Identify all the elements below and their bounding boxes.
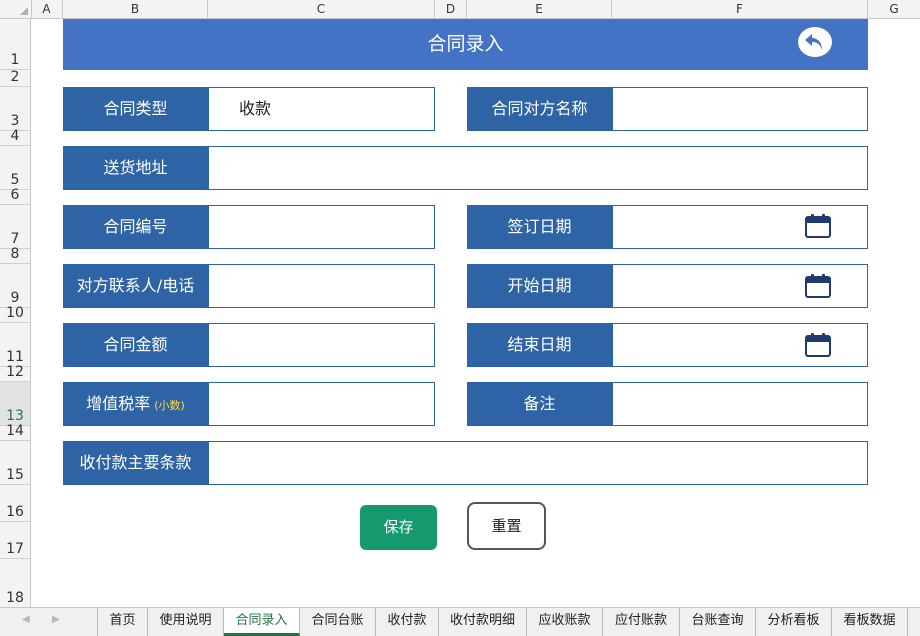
save-button[interactable]: 保存 bbox=[360, 505, 437, 550]
vat-rate-label-text: 增值税率 bbox=[86, 394, 151, 413]
tab-payables[interactable]: 应付账款 bbox=[603, 608, 680, 636]
row-12-header[interactable]: 12 bbox=[0, 364, 30, 382]
form-title: 合同录入 bbox=[427, 33, 504, 55]
row-18-header[interactable]: 18 bbox=[0, 559, 30, 607]
tab-board-data[interactable]: 看板数据 bbox=[832, 608, 908, 636]
contract-type-label: 合同类型 bbox=[63, 87, 208, 131]
vat-rate-label: 增值税率 (小数) bbox=[63, 382, 208, 426]
tab-receivables[interactable]: 应收账款 bbox=[527, 608, 603, 636]
back-arrow-icon bbox=[805, 34, 822, 50]
row-2-header[interactable]: 2 bbox=[0, 69, 30, 87]
vat-rate-note: (小数) bbox=[154, 399, 185, 412]
end-date-calendar-icon[interactable] bbox=[805, 333, 831, 357]
row-7-header[interactable]: 7 bbox=[0, 205, 30, 249]
row-15-header[interactable]: 15 bbox=[0, 441, 30, 485]
row-1-header[interactable]: 1 bbox=[0, 19, 30, 70]
reset-button[interactable]: 重置 bbox=[467, 502, 546, 550]
row-13-header[interactable]: 13 bbox=[0, 382, 30, 426]
end-date-label: 结束日期 bbox=[467, 323, 612, 367]
tab-payments[interactable]: 收付款 bbox=[376, 608, 439, 636]
tab-scroll-left-icon[interactable]: ◀ bbox=[22, 614, 30, 625]
tab-scroll-right-icon[interactable]: ▶ bbox=[52, 614, 60, 625]
sign-date-calendar-icon[interactable] bbox=[805, 214, 831, 238]
column-c-header[interactable]: C bbox=[208, 0, 435, 18]
row-8-header[interactable]: 8 bbox=[0, 246, 30, 264]
column-a-header[interactable]: A bbox=[31, 0, 63, 18]
remark-field[interactable] bbox=[612, 382, 868, 426]
sign-date-label: 签订日期 bbox=[467, 205, 612, 249]
column-b-header[interactable]: B bbox=[63, 0, 208, 18]
row-header: 1 2 3 4 5 6 7 8 9 10 11 12 13 14 15 16 1… bbox=[0, 19, 31, 607]
select-all-corner[interactable] bbox=[0, 0, 32, 18]
contact-field[interactable] bbox=[208, 264, 435, 308]
tab-contract-ledger[interactable]: 合同台账 bbox=[300, 608, 376, 636]
row-14-header[interactable]: 14 bbox=[0, 423, 30, 441]
payment-terms-label: 收付款主要条款 bbox=[63, 441, 208, 485]
vat-rate-field[interactable] bbox=[208, 382, 435, 426]
delivery-address-field[interactable] bbox=[208, 146, 868, 190]
row-16-header[interactable]: 16 bbox=[0, 485, 30, 522]
row-3-header[interactable]: 3 bbox=[0, 87, 30, 131]
tab-home[interactable]: 首页 bbox=[97, 608, 148, 636]
row-4-header[interactable]: 4 bbox=[0, 128, 30, 146]
sheet-tab-bar: ◀ ▶ 首页 使用说明 合同录入 合同台账 收付款 收付款明细 应收账款 应付账… bbox=[0, 607, 920, 636]
column-d-header[interactable]: D bbox=[435, 0, 467, 18]
counterparty-name-field[interactable] bbox=[612, 87, 868, 131]
contact-label: 对方联系人/电话 bbox=[63, 264, 208, 308]
row-10-header[interactable]: 10 bbox=[0, 305, 30, 323]
amount-field[interactable] bbox=[208, 323, 435, 367]
start-date-label: 开始日期 bbox=[467, 264, 612, 308]
amount-label: 合同金额 bbox=[63, 323, 208, 367]
delivery-address-label: 送货地址 bbox=[63, 146, 208, 190]
tab-instructions[interactable]: 使用说明 bbox=[148, 608, 224, 636]
tab-ledger-query[interactable]: 台账查询 bbox=[680, 608, 756, 636]
contract-number-label: 合同编号 bbox=[63, 205, 208, 249]
row-6-header[interactable]: 6 bbox=[0, 187, 30, 205]
tab-analysis-board[interactable]: 分析看板 bbox=[756, 608, 832, 636]
row-9-header[interactable]: 9 bbox=[0, 264, 30, 308]
row-11-header[interactable]: 11 bbox=[0, 323, 30, 367]
row-17-header[interactable]: 17 bbox=[0, 522, 30, 559]
form-title-bar: 合同录入 bbox=[63, 19, 868, 70]
select-all-icon bbox=[20, 7, 28, 15]
contract-number-field[interactable] bbox=[208, 205, 435, 249]
row-5-header[interactable]: 5 bbox=[0, 146, 30, 190]
counterparty-name-label: 合同对方名称 bbox=[467, 87, 612, 131]
remark-label: 备注 bbox=[467, 382, 612, 426]
start-date-calendar-icon[interactable] bbox=[805, 274, 831, 298]
tab-payment-details[interactable]: 收付款明细 bbox=[439, 608, 527, 636]
column-f-header[interactable]: F bbox=[612, 0, 868, 18]
back-button[interactable] bbox=[798, 27, 832, 57]
tab-contract-entry[interactable]: 合同录入 bbox=[224, 608, 300, 636]
column-header: A B C D E F G bbox=[0, 0, 920, 19]
column-e-header[interactable]: E bbox=[467, 0, 612, 18]
contract-type-field[interactable]: 收款 bbox=[208, 87, 435, 131]
payment-terms-field[interactable] bbox=[208, 441, 868, 485]
column-g-header[interactable]: G bbox=[868, 0, 920, 18]
